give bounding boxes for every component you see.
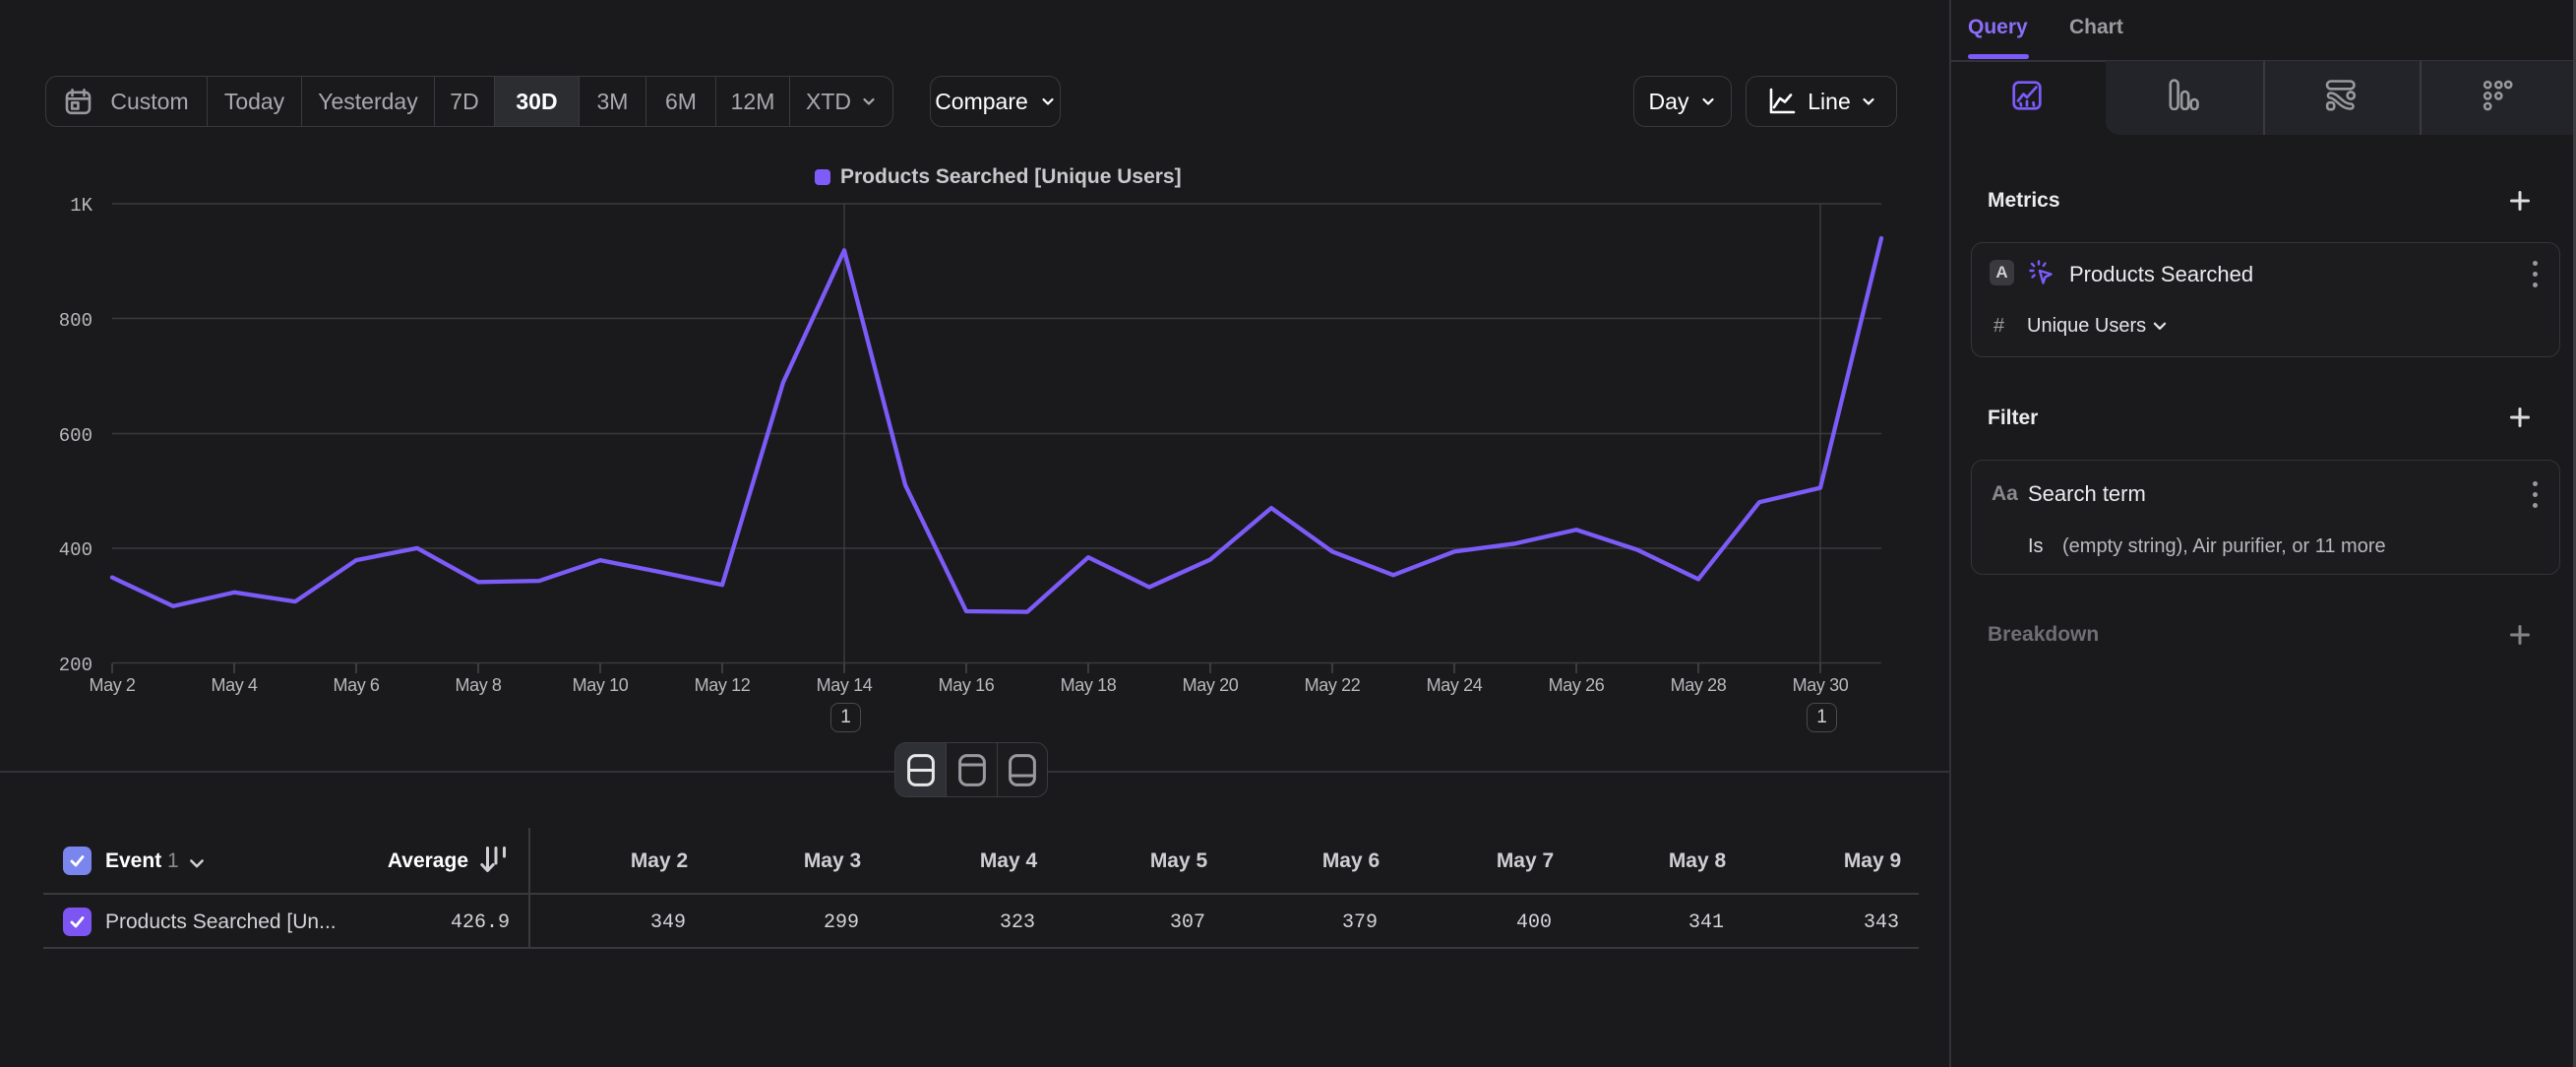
svg-text:May 12: May 12 [695,675,751,695]
svg-text:800: 800 [59,310,92,332]
svg-text:May 28: May 28 [1671,675,1727,695]
svg-text:May 30: May 30 [1793,675,1849,695]
svg-text:May 22: May 22 [1305,675,1361,695]
svg-text:May 10: May 10 [573,675,629,695]
svg-text:May 2: May 2 [89,675,135,695]
svg-text:1K: 1K [70,195,92,217]
svg-text:May 24: May 24 [1427,675,1483,695]
svg-text:May 14: May 14 [817,675,873,695]
svg-text:May 8: May 8 [455,675,501,695]
svg-text:May 4: May 4 [211,675,257,695]
svg-text:400: 400 [59,539,92,561]
svg-text:May 6: May 6 [333,675,379,695]
svg-text:600: 600 [59,425,92,447]
svg-text:200: 200 [59,655,92,676]
svg-text:May 26: May 26 [1549,675,1605,695]
svg-text:May 16: May 16 [939,675,995,695]
svg-text:May 20: May 20 [1183,675,1239,695]
svg-text:May 18: May 18 [1061,675,1117,695]
